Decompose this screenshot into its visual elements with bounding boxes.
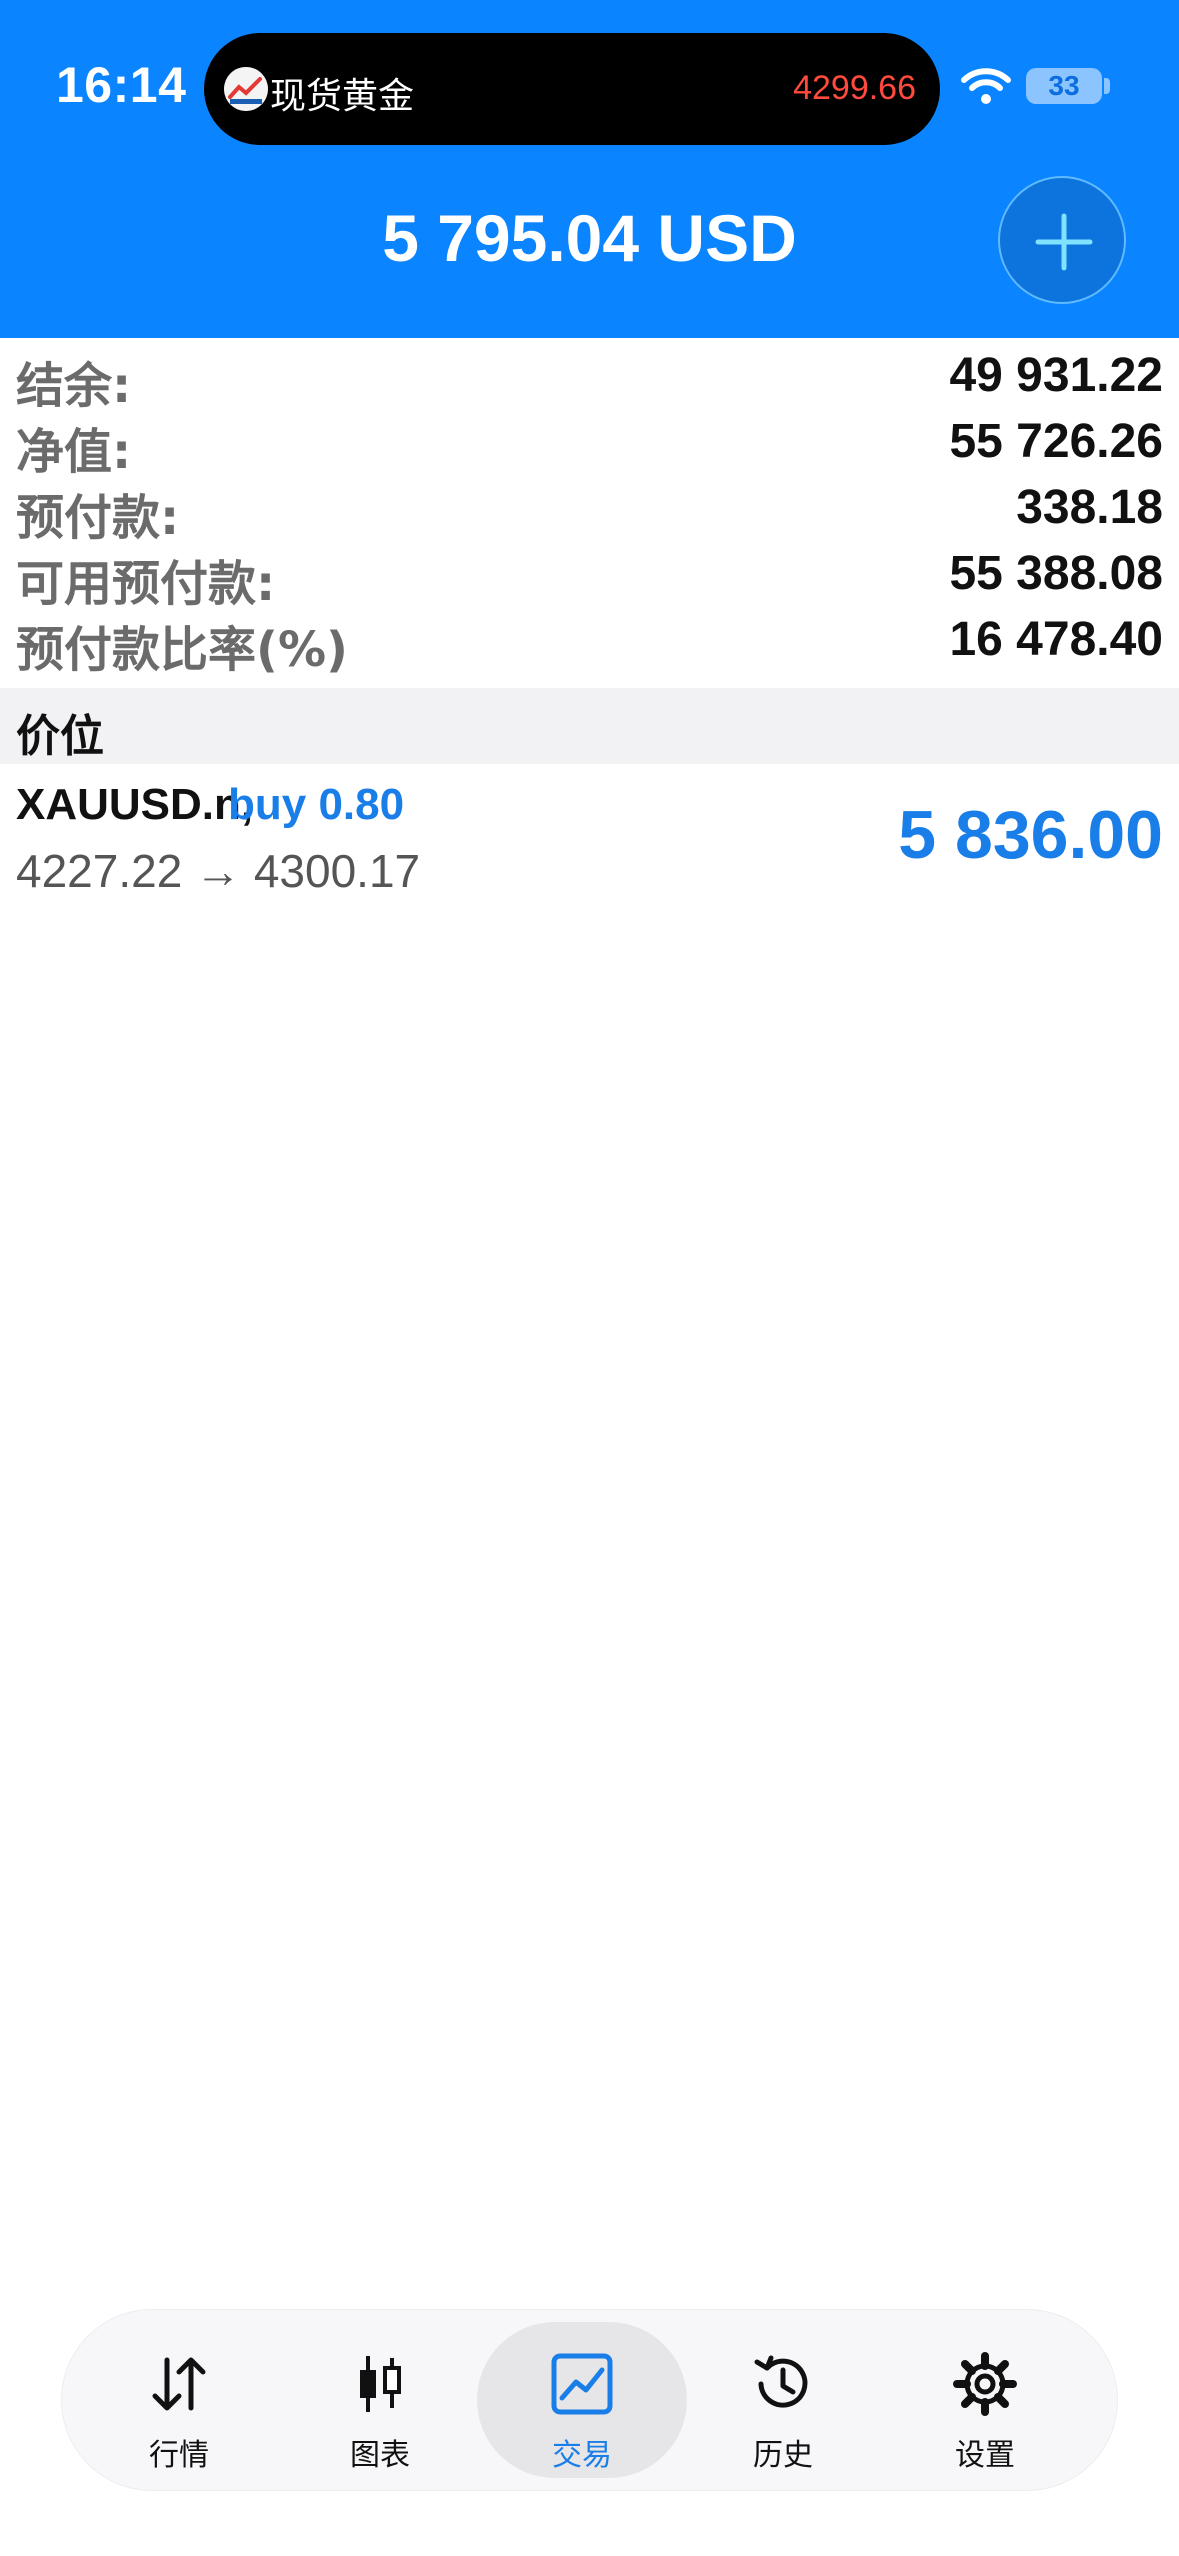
position-side-volume: buy 0.80	[228, 780, 405, 829]
live-activity-island[interactable]: 现货黄金 4299.66	[204, 33, 940, 145]
summary-row-margin-level: 预付款比率(%) 16 478.40	[0, 602, 1179, 678]
free-margin-value: 55 388.08	[949, 547, 1163, 600]
tab-charts[interactable]: 图表	[275, 2322, 485, 2478]
summary-row-equity: 净值: 55 726.26	[0, 404, 1179, 480]
battery-icon: 33	[1026, 68, 1102, 104]
trade-chart-icon	[551, 2353, 613, 2415]
summary-row-margin: 预付款: 338.18	[0, 470, 1179, 546]
tab-settings-label: 设置	[955, 2438, 1015, 2473]
account-summary: 结余: 49 931.22 净值: 55 726.26 预付款: 338.18 …	[0, 338, 1179, 678]
island-instrument-name: 现货黄金	[270, 76, 415, 117]
tab-history[interactable]: 历史	[678, 2322, 888, 2478]
equity-value: 55 726.26	[949, 415, 1163, 468]
tab-quotes-label: 行情	[149, 2438, 209, 2473]
tab-charts-label: 图表	[350, 2438, 410, 2473]
bottom-tab-bar: 行情 图表 交易 历史 设置	[62, 2310, 1117, 2490]
wifi-icon	[961, 68, 1011, 104]
positions-section-title: 价位	[16, 711, 104, 762]
history-icon	[754, 2355, 808, 2408]
battery-tip	[1104, 78, 1110, 94]
tab-settings[interactable]: 设置	[880, 2322, 1090, 2478]
position-row[interactable]: XAUUSD.n, buy 0.80 4227.22 → 4300.17 5 8…	[0, 764, 1179, 897]
island-price: 4299.66	[793, 69, 916, 107]
position-symbol: XAUUSD.n,	[16, 780, 254, 829]
status-time: 16:14	[56, 57, 187, 113]
tab-history-label: 历史	[753, 2438, 813, 2473]
balance-value: 49 931.22	[949, 349, 1163, 402]
margin-level-label: 预付款比率(%)	[16, 622, 348, 678]
candlestick-icon	[360, 2356, 401, 2412]
tab-trade[interactable]: 交易	[477, 2322, 687, 2478]
summary-row-free-margin: 可用预付款: 55 388.08	[0, 536, 1179, 612]
gold-logo-icon	[224, 67, 268, 111]
new-order-button[interactable]	[998, 176, 1126, 304]
plus-icon	[1035, 213, 1093, 271]
position-open-current-price: 4227.22 → 4300.17	[16, 845, 421, 897]
gear-icon	[953, 2352, 1017, 2416]
tab-trade-label: 交易	[552, 2438, 612, 2473]
arrows-updown-icon	[152, 2357, 206, 2411]
margin-level-value: 16 478.40	[949, 613, 1163, 666]
margin-value: 338.18	[1016, 481, 1163, 534]
positions-section-header: 价位	[0, 688, 1179, 764]
header-bar: 16:14 现货黄金 4299.66 33 5 795.04 USD	[0, 0, 1179, 338]
summary-row-balance: 结余: 49 931.22	[0, 338, 1179, 414]
position-profit: 5 836.00	[898, 797, 1163, 873]
tab-quotes[interactable]: 行情	[74, 2322, 284, 2478]
